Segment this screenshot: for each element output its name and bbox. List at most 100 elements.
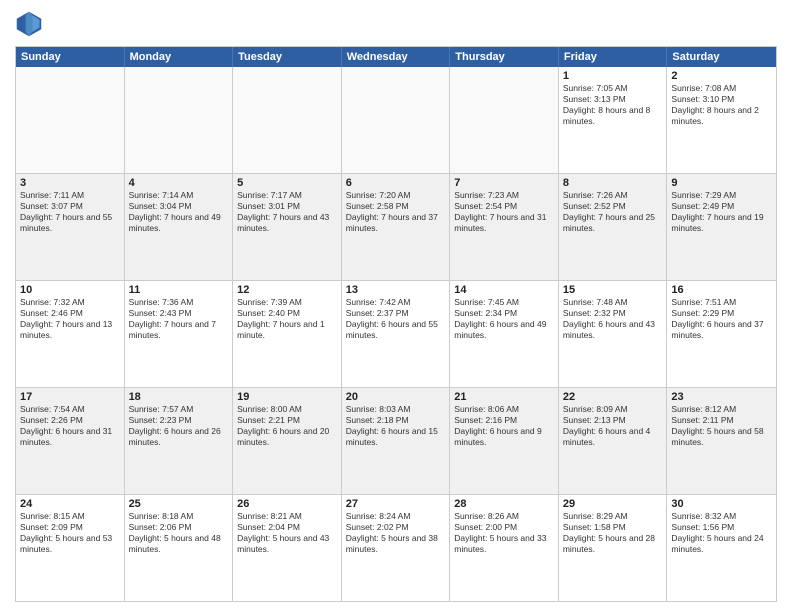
calendar-cell: 22Sunrise: 8:09 AM Sunset: 2:13 PM Dayli…	[559, 388, 668, 494]
day-number: 25	[129, 498, 229, 510]
calendar-cell: 12Sunrise: 7:39 AM Sunset: 2:40 PM Dayli…	[233, 281, 342, 387]
cell-info: Sunrise: 8:26 AM Sunset: 2:00 PM Dayligh…	[454, 511, 554, 555]
cell-info: Sunrise: 7:51 AM Sunset: 2:29 PM Dayligh…	[671, 297, 772, 341]
cell-info: Sunrise: 8:15 AM Sunset: 2:09 PM Dayligh…	[20, 511, 120, 555]
day-header-sunday: Sunday	[16, 47, 125, 67]
cell-info: Sunrise: 7:05 AM Sunset: 3:13 PM Dayligh…	[563, 83, 663, 127]
calendar-cell: 7Sunrise: 7:23 AM Sunset: 2:54 PM Daylig…	[450, 174, 559, 280]
header	[15, 10, 777, 38]
day-number: 7	[454, 177, 554, 189]
calendar-cell: 4Sunrise: 7:14 AM Sunset: 3:04 PM Daylig…	[125, 174, 234, 280]
calendar-cell: 9Sunrise: 7:29 AM Sunset: 2:49 PM Daylig…	[667, 174, 776, 280]
calendar-week-3: 10Sunrise: 7:32 AM Sunset: 2:46 PM Dayli…	[16, 281, 776, 388]
day-number: 15	[563, 284, 663, 296]
cell-info: Sunrise: 7:45 AM Sunset: 2:34 PM Dayligh…	[454, 297, 554, 341]
calendar-cell: 10Sunrise: 7:32 AM Sunset: 2:46 PM Dayli…	[16, 281, 125, 387]
calendar-cell: 25Sunrise: 8:18 AM Sunset: 2:06 PM Dayli…	[125, 495, 234, 601]
day-number: 13	[346, 284, 446, 296]
cell-info: Sunrise: 7:23 AM Sunset: 2:54 PM Dayligh…	[454, 190, 554, 234]
day-number: 12	[237, 284, 337, 296]
cell-info: Sunrise: 8:03 AM Sunset: 2:18 PM Dayligh…	[346, 404, 446, 448]
calendar-cell: 1Sunrise: 7:05 AM Sunset: 3:13 PM Daylig…	[559, 67, 668, 173]
cell-info: Sunrise: 7:20 AM Sunset: 2:58 PM Dayligh…	[346, 190, 446, 234]
calendar-cell: 18Sunrise: 7:57 AM Sunset: 2:23 PM Dayli…	[125, 388, 234, 494]
day-number: 11	[129, 284, 229, 296]
calendar-cell	[450, 67, 559, 173]
day-header-monday: Monday	[125, 47, 234, 67]
calendar-cell	[16, 67, 125, 173]
calendar-cell	[342, 67, 451, 173]
day-header-friday: Friday	[559, 47, 668, 67]
calendar-cell: 26Sunrise: 8:21 AM Sunset: 2:04 PM Dayli…	[233, 495, 342, 601]
day-number: 28	[454, 498, 554, 510]
calendar-header: SundayMondayTuesdayWednesdayThursdayFrid…	[16, 47, 776, 67]
day-number: 21	[454, 391, 554, 403]
cell-info: Sunrise: 8:24 AM Sunset: 2:02 PM Dayligh…	[346, 511, 446, 555]
day-number: 17	[20, 391, 120, 403]
calendar-cell: 2Sunrise: 7:08 AM Sunset: 3:10 PM Daylig…	[667, 67, 776, 173]
calendar-cell: 3Sunrise: 7:11 AM Sunset: 3:07 PM Daylig…	[16, 174, 125, 280]
day-number: 5	[237, 177, 337, 189]
day-number: 3	[20, 177, 120, 189]
cell-info: Sunrise: 7:17 AM Sunset: 3:01 PM Dayligh…	[237, 190, 337, 234]
cell-info: Sunrise: 7:14 AM Sunset: 3:04 PM Dayligh…	[129, 190, 229, 234]
calendar-cell: 16Sunrise: 7:51 AM Sunset: 2:29 PM Dayli…	[667, 281, 776, 387]
cell-info: Sunrise: 8:21 AM Sunset: 2:04 PM Dayligh…	[237, 511, 337, 555]
day-number: 22	[563, 391, 663, 403]
logo	[15, 10, 47, 38]
calendar-cell: 28Sunrise: 8:26 AM Sunset: 2:00 PM Dayli…	[450, 495, 559, 601]
cell-info: Sunrise: 8:32 AM Sunset: 1:56 PM Dayligh…	[671, 511, 772, 555]
calendar-cell: 11Sunrise: 7:36 AM Sunset: 2:43 PM Dayli…	[125, 281, 234, 387]
cell-info: Sunrise: 7:42 AM Sunset: 2:37 PM Dayligh…	[346, 297, 446, 341]
calendar-week-4: 17Sunrise: 7:54 AM Sunset: 2:26 PM Dayli…	[16, 388, 776, 495]
day-number: 16	[671, 284, 772, 296]
calendar-week-2: 3Sunrise: 7:11 AM Sunset: 3:07 PM Daylig…	[16, 174, 776, 281]
day-number: 1	[563, 70, 663, 82]
cell-info: Sunrise: 7:11 AM Sunset: 3:07 PM Dayligh…	[20, 190, 120, 234]
cell-info: Sunrise: 7:08 AM Sunset: 3:10 PM Dayligh…	[671, 83, 772, 127]
calendar-cell: 13Sunrise: 7:42 AM Sunset: 2:37 PM Dayli…	[342, 281, 451, 387]
day-number: 20	[346, 391, 446, 403]
calendar-cell: 17Sunrise: 7:54 AM Sunset: 2:26 PM Dayli…	[16, 388, 125, 494]
day-number: 29	[563, 498, 663, 510]
day-number: 27	[346, 498, 446, 510]
calendar-cell: 5Sunrise: 7:17 AM Sunset: 3:01 PM Daylig…	[233, 174, 342, 280]
day-number: 8	[563, 177, 663, 189]
day-number: 26	[237, 498, 337, 510]
calendar-cell	[233, 67, 342, 173]
day-number: 14	[454, 284, 554, 296]
calendar-week-5: 24Sunrise: 8:15 AM Sunset: 2:09 PM Dayli…	[16, 495, 776, 601]
calendar-cell: 6Sunrise: 7:20 AM Sunset: 2:58 PM Daylig…	[342, 174, 451, 280]
calendar-cell: 19Sunrise: 8:00 AM Sunset: 2:21 PM Dayli…	[233, 388, 342, 494]
calendar-cell: 21Sunrise: 8:06 AM Sunset: 2:16 PM Dayli…	[450, 388, 559, 494]
day-number: 24	[20, 498, 120, 510]
day-header-thursday: Thursday	[450, 47, 559, 67]
cell-info: Sunrise: 7:57 AM Sunset: 2:23 PM Dayligh…	[129, 404, 229, 448]
calendar-cell: 27Sunrise: 8:24 AM Sunset: 2:02 PM Dayli…	[342, 495, 451, 601]
day-number: 19	[237, 391, 337, 403]
day-number: 30	[671, 498, 772, 510]
cell-info: Sunrise: 7:48 AM Sunset: 2:32 PM Dayligh…	[563, 297, 663, 341]
day-number: 10	[20, 284, 120, 296]
day-header-wednesday: Wednesday	[342, 47, 451, 67]
cell-info: Sunrise: 7:39 AM Sunset: 2:40 PM Dayligh…	[237, 297, 337, 341]
calendar-cell: 30Sunrise: 8:32 AM Sunset: 1:56 PM Dayli…	[667, 495, 776, 601]
cell-info: Sunrise: 8:12 AM Sunset: 2:11 PM Dayligh…	[671, 404, 772, 448]
cell-info: Sunrise: 7:32 AM Sunset: 2:46 PM Dayligh…	[20, 297, 120, 341]
cell-info: Sunrise: 7:54 AM Sunset: 2:26 PM Dayligh…	[20, 404, 120, 448]
day-number: 2	[671, 70, 772, 82]
day-number: 23	[671, 391, 772, 403]
day-number: 9	[671, 177, 772, 189]
day-header-saturday: Saturday	[667, 47, 776, 67]
day-number: 18	[129, 391, 229, 403]
calendar-cell: 15Sunrise: 7:48 AM Sunset: 2:32 PM Dayli…	[559, 281, 668, 387]
calendar-cell: 8Sunrise: 7:26 AM Sunset: 2:52 PM Daylig…	[559, 174, 668, 280]
calendar-cell: 29Sunrise: 8:29 AM Sunset: 1:58 PM Dayli…	[559, 495, 668, 601]
cell-info: Sunrise: 7:26 AM Sunset: 2:52 PM Dayligh…	[563, 190, 663, 234]
logo-icon	[15, 10, 43, 38]
cell-info: Sunrise: 8:06 AM Sunset: 2:16 PM Dayligh…	[454, 404, 554, 448]
calendar-body: 1Sunrise: 7:05 AM Sunset: 3:13 PM Daylig…	[16, 67, 776, 601]
day-header-tuesday: Tuesday	[233, 47, 342, 67]
page: SundayMondayTuesdayWednesdayThursdayFrid…	[0, 0, 792, 612]
day-number: 4	[129, 177, 229, 189]
